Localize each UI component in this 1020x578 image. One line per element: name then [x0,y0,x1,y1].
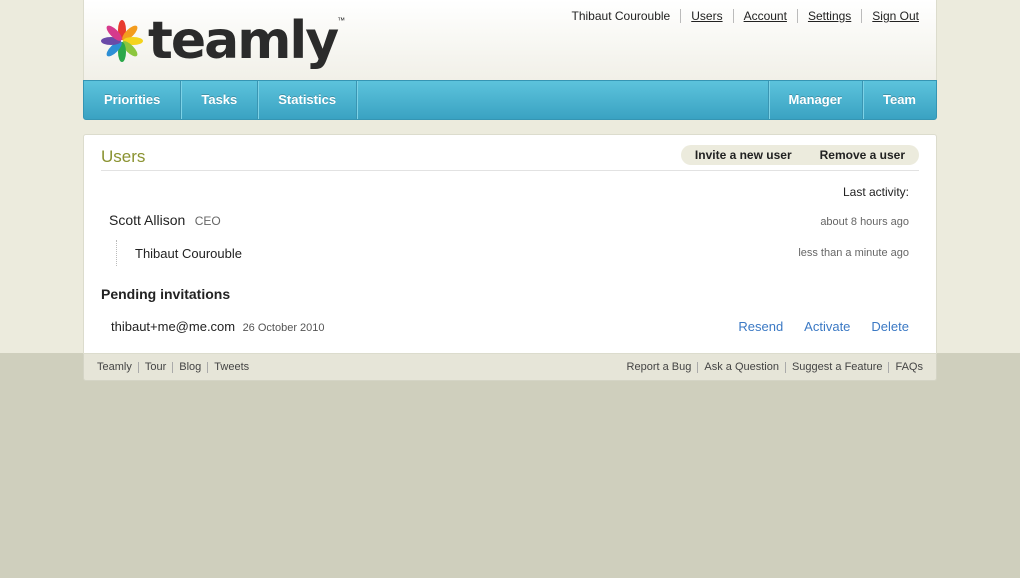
remove-user-button[interactable]: Remove a user [820,148,905,162]
sign-out-link[interactable]: Sign Out [872,9,919,23]
invitation-date: 26 October 2010 [242,322,325,334]
settings-link[interactable]: Settings [808,9,851,23]
nav-priorities[interactable]: Priorities [84,81,182,119]
member-row: Thibaut Courouble less than a minute ago [116,240,909,266]
footer-link-report-bug[interactable]: Report a Bug [627,361,698,373]
invitation-row: thibaut+me@me.com 26 October 2010 Resend… [111,318,909,336]
teamly-logo[interactable]: teamly ™ [100,12,345,70]
pinwheel-logo-icon [101,20,143,62]
nav-statistics[interactable]: Statistics [258,81,358,119]
resend-link[interactable]: Resend [738,319,783,334]
app-container: teamly ™ Thibaut Courouble Users Account… [83,0,937,381]
nav-tasks[interactable]: Tasks [181,81,259,119]
nav-team[interactable]: Team [862,81,936,119]
current-user-name: Thibaut Courouble [571,9,671,23]
footer-link-suggest-feature[interactable]: Suggest a Feature [784,361,889,373]
user-role: CEO [194,214,221,228]
trademark-symbol: ™ [337,16,346,25]
last-activity-header: Last activity: [842,185,909,199]
logo-wordmark: teamly [148,11,339,71]
delete-link[interactable]: Delete [871,319,909,334]
account-link[interactable]: Account [744,9,787,23]
nav-manager[interactable]: Manager [767,81,862,119]
activate-link[interactable]: Activate [804,319,850,334]
pending-invitations-heading: Pending invitations [101,286,231,302]
user-nav: Thibaut Courouble Users Account Settings… [562,9,919,23]
footer-link-teamly[interactable]: Teamly [97,361,138,373]
footer-link-tour[interactable]: Tour [137,361,172,373]
user-name[interactable]: Scott Allison [109,212,185,228]
invitation-email: thibaut+me@me.com [111,319,236,334]
user-actions: Invite a new user Remove a user [680,145,919,165]
manager-row: Scott Allison CEO about 8 hours ago [109,212,909,230]
user-name[interactable]: Thibaut Courouble [135,246,242,261]
invite-user-button[interactable]: Invite a new user [695,148,792,162]
page-title: Users [101,147,146,166]
users-panel: Users Invite a new user Remove a user La… [83,134,937,354]
header: teamly ™ Thibaut Courouble Users Account… [83,0,937,80]
footer-link-blog[interactable]: Blog [172,361,207,373]
users-link[interactable]: Users [691,9,722,23]
last-activity-time: about 8 hours ago [820,216,909,228]
footer-right-links: Report a Bug Ask a Question Suggest a Fe… [627,361,923,373]
footer-link-faqs[interactable]: FAQs [888,361,923,373]
divider [101,170,919,171]
main-nav: Priorities Tasks Statistics Manager Team [83,80,937,120]
footer: Teamly Tour Blog Tweets Report a Bug Ask… [83,354,937,381]
footer-link-tweets[interactable]: Tweets [207,361,249,373]
footer-left-links: Teamly Tour Blog Tweets [97,361,249,373]
last-activity-time: less than a minute ago [798,247,909,259]
footer-link-ask-question[interactable]: Ask a Question [697,361,785,373]
